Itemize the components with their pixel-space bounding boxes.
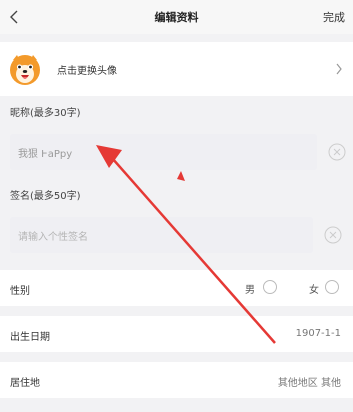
gender-female-label[interactable]: 女 [309, 281, 319, 296]
change-avatar-label: 点击更换头像 [57, 66, 117, 77]
nickname-section-label: 昵称(最多30字) [10, 108, 81, 119]
nickname-value: 我狠 ͰaPpy [18, 149, 73, 160]
birthday-row[interactable]: 出生日期 1907-1-1 [0, 316, 353, 352]
gender-male-label[interactable]: 男 [245, 281, 255, 296]
signature-section-label: 签名(最多50字) [10, 191, 81, 202]
residence-row[interactable]: 居住地 其他地区 其他 [0, 362, 353, 398]
signature-input[interactable]: 请输入个性签名 [10, 217, 313, 253]
top-bar: 编辑资料 完成 [0, 0, 353, 34]
residence-value: 其他地区 其他 [277, 378, 341, 389]
chevron-right-icon [336, 63, 342, 75]
avatar[interactable] [8, 52, 42, 86]
done-button[interactable]: 完成 [323, 9, 345, 25]
clear-nickname-icon[interactable] [328, 143, 346, 161]
residence-label: 居住地 [10, 378, 40, 389]
gender-label: 性别 [10, 286, 30, 297]
clear-signature-icon[interactable] [324, 226, 342, 244]
signature-placeholder: 请输入个性签名 [18, 232, 88, 243]
change-avatar-row[interactable]: 点击更换头像 [0, 42, 353, 96]
gender-female-radio[interactable] [325, 280, 339, 294]
annotation-mark [177, 171, 185, 181]
nickname-input[interactable]: 我狠 ͰaPpy [10, 134, 317, 170]
gender-male-radio[interactable] [263, 280, 277, 294]
gender-row: 性别 男 女 [0, 270, 353, 306]
birthday-value: 1907-1-1 [295, 328, 341, 339]
page-title: 编辑资料 [154, 11, 199, 24]
birthday-label: 出生日期 [10, 332, 50, 343]
